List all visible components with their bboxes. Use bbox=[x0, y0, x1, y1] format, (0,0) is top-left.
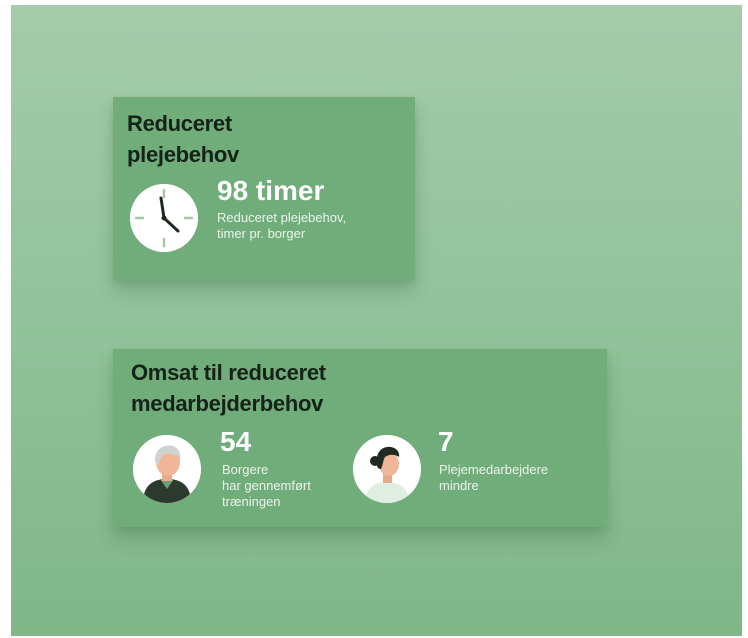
citizens-count-value: 54 bbox=[220, 426, 252, 457]
care-worker-avatar-icon bbox=[353, 435, 421, 503]
clock-icon bbox=[130, 184, 198, 252]
card-title-line-1: Omsat til reduceret bbox=[131, 360, 326, 385]
desc-line: Borgere bbox=[222, 462, 269, 477]
reduced-care-need-card: Reduceret plejebehov 98 timer Reduceret … bbox=[113, 97, 415, 280]
desc-line: træningen bbox=[222, 494, 281, 509]
desc-line: mindre bbox=[439, 478, 479, 493]
card-title-line-2: plejebehov bbox=[127, 142, 239, 167]
desc-line: Plejemedarbejdere bbox=[439, 462, 549, 477]
reduced-staff-need-card: Omsat til reduceret medarbejderbehov 54 … bbox=[113, 349, 607, 527]
card-title-line-1: Reduceret bbox=[127, 111, 232, 136]
elderly-citizen-avatar-icon bbox=[133, 435, 201, 503]
desc-line: timer pr. borger bbox=[217, 226, 306, 241]
card-title: Reduceret plejebehov bbox=[127, 108, 387, 170]
reduced-hours-value: 98 timer bbox=[217, 175, 325, 206]
card-title: Omsat til reduceret medarbejderbehov bbox=[131, 357, 431, 419]
desc-line: har gennemført bbox=[222, 478, 311, 493]
desc-line: Reduceret plejebehov, bbox=[217, 210, 347, 225]
background-canvas: Reduceret plejebehov 98 timer Reduceret … bbox=[11, 5, 742, 636]
care-workers-description: Plejemedarbejdere mindre bbox=[439, 462, 548, 494]
citizens-description: Borgere har gennemført træningen bbox=[222, 462, 311, 510]
reduced-hours-description: Reduceret plejebehov, timer pr. borger bbox=[217, 210, 346, 242]
card-title-line-2: medarbejderbehov bbox=[131, 391, 324, 416]
fewer-care-workers-value: 7 bbox=[438, 426, 454, 457]
